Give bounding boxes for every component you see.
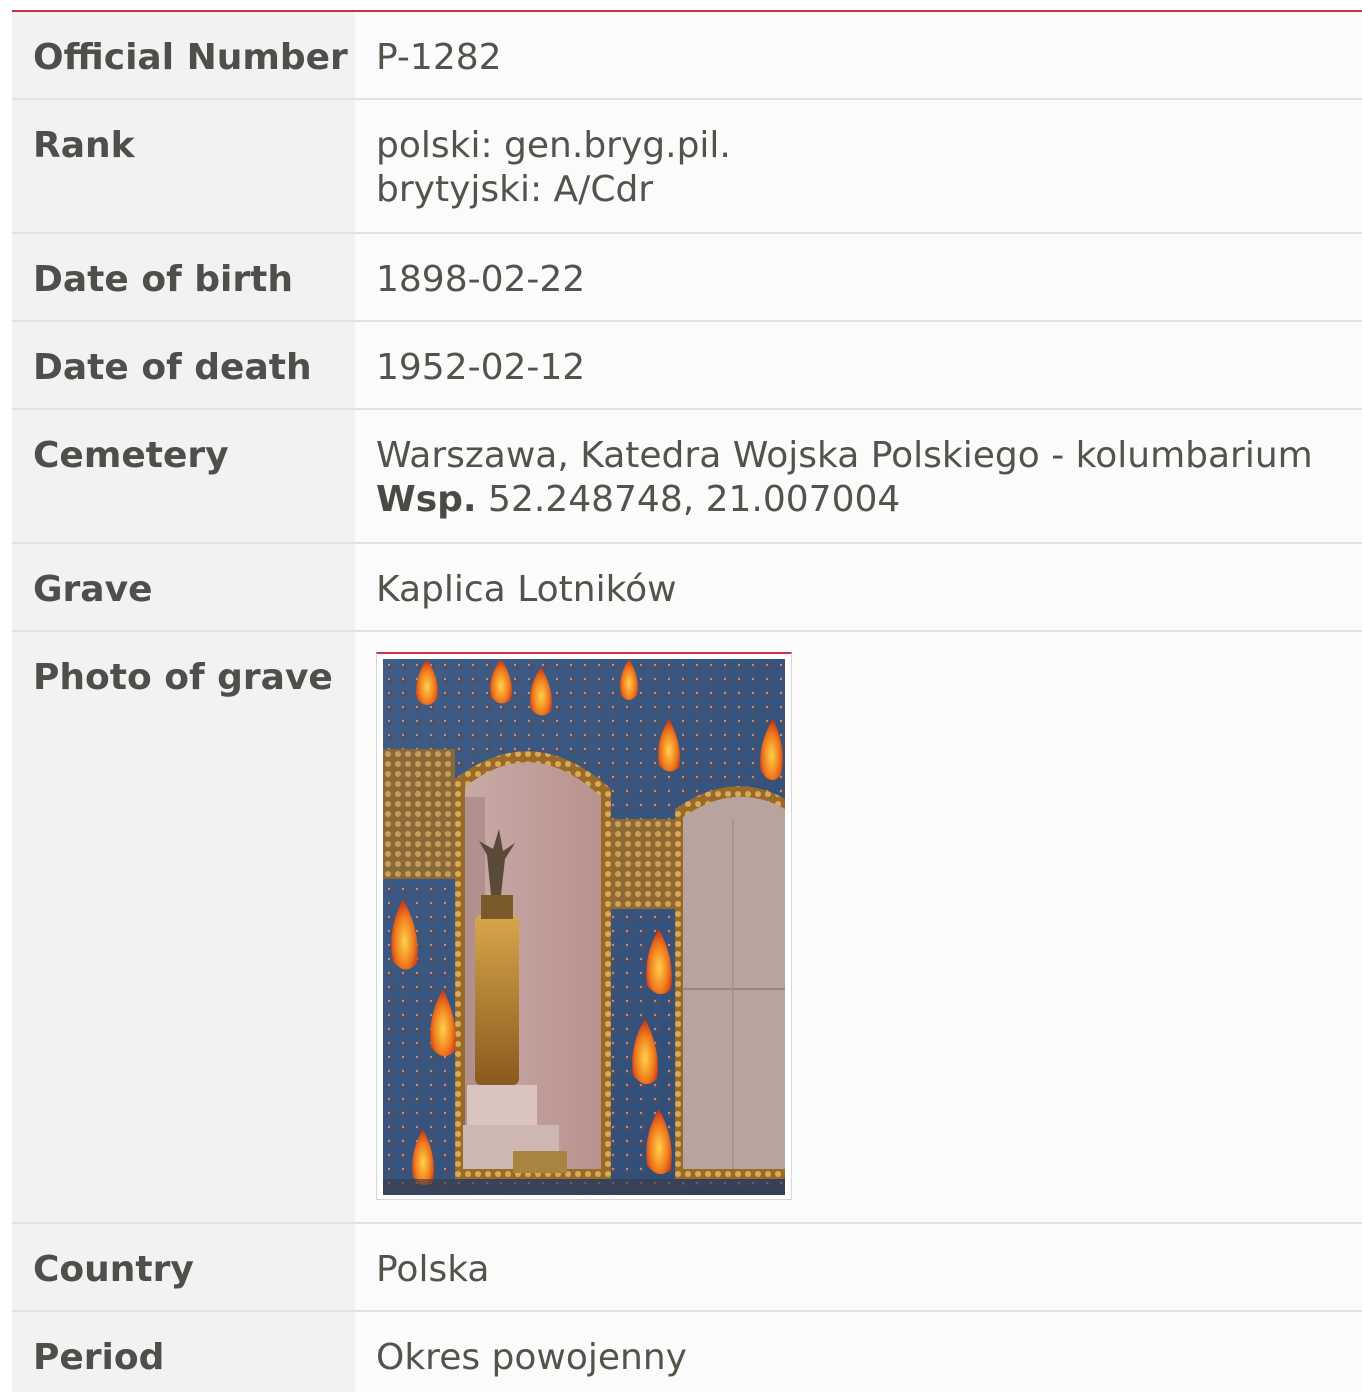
date-of-birth-value: 1898-02-22 — [355, 234, 1362, 320]
row-grave: Grave Kaplica Lotników — [12, 544, 1362, 632]
coordinates-label: Wsp. — [376, 479, 477, 520]
country-label: Country — [12, 1224, 355, 1310]
rank-polish: polski: gen.bryg.pil. — [376, 125, 731, 166]
details-table: Official Number P-1282 Rank polski: gen.… — [12, 10, 1362, 1392]
period-value: Okres powojenny — [355, 1312, 1362, 1392]
country-value: Polska — [355, 1224, 1362, 1310]
official-number-value: P-1282 — [355, 12, 1362, 98]
row-cemetery: Cemetery Warszawa, Katedra Wojska Polski… — [12, 410, 1362, 544]
cemetery-name: Warszawa, Katedra Wojska Polskiego - kol… — [376, 435, 1313, 476]
grave-photo[interactable] — [383, 659, 785, 1195]
coordinates-value[interactable]: 52.248748, 21.007004 — [488, 479, 900, 520]
row-official-number: Official Number P-1282 — [12, 12, 1362, 100]
rank-value: polski: gen.bryg.pil. brytyjski: A/Cdr — [355, 100, 1362, 232]
row-rank: Rank polski: gen.bryg.pil. brytyjski: A/… — [12, 100, 1362, 234]
photo-of-grave-label: Photo of grave — [12, 632, 355, 1222]
period-label: Period — [12, 1312, 355, 1392]
row-period: Period Okres powojenny — [12, 1312, 1362, 1392]
rank-label: Rank — [12, 100, 355, 232]
date-of-birth-label: Date of birth — [12, 234, 355, 320]
photo-of-grave-value — [355, 632, 1362, 1222]
row-country: Country Polska — [12, 1224, 1362, 1312]
grave-photo-thumbnail[interactable] — [376, 652, 792, 1200]
grave-value: Kaplica Lotników — [355, 544, 1362, 630]
cemetery-label: Cemetery — [12, 410, 355, 542]
official-number-label: Official Number — [12, 12, 355, 98]
row-date-of-birth: Date of birth 1898-02-22 — [12, 234, 1362, 322]
rank-british: brytyjski: A/Cdr — [376, 169, 654, 210]
row-photo-of-grave: Photo of grave — [12, 632, 1362, 1224]
row-date-of-death: Date of death 1952-02-12 — [12, 322, 1362, 410]
cemetery-value: Warszawa, Katedra Wojska Polskiego - kol… — [355, 410, 1362, 542]
grave-label: Grave — [12, 544, 355, 630]
cemetery-coordinates[interactable]: Wsp. 52.248748, 21.007004 — [376, 478, 1362, 522]
date-of-death-label: Date of death — [12, 322, 355, 408]
date-of-death-value: 1952-02-12 — [355, 322, 1362, 408]
